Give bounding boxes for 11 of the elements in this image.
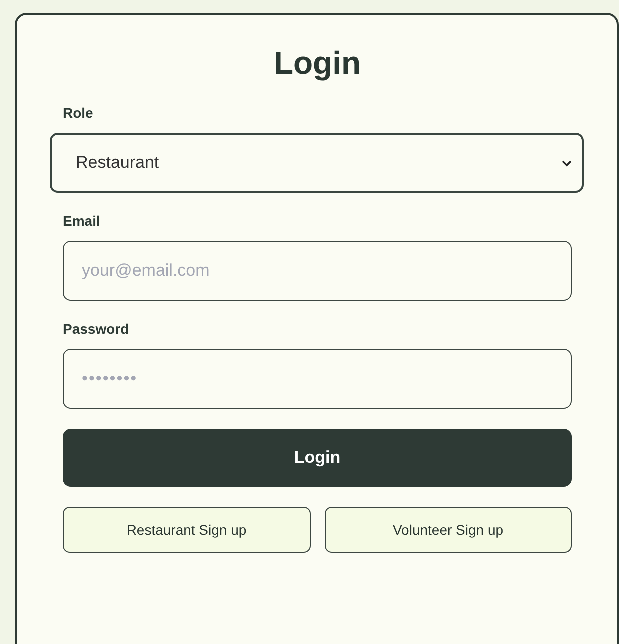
- field-label: Role: [63, 105, 94, 121]
- signup-button[interactable]: Restaurant Sign up: [63, 507, 310, 553]
- field-label: Password: [63, 321, 130, 337]
- signup-button[interactable]: Volunteer Sign up: [324, 507, 572, 553]
- email-field[interactable]: your@email.com: [63, 241, 572, 301]
- password-field[interactable]: ••••••••: [63, 349, 572, 409]
- login-button[interactable]: Login: [63, 429, 572, 487]
- role-dropdown[interactable]: Restaurant: [50, 133, 584, 193]
- field-label: Email: [63, 213, 102, 229]
- caret-icon: [562, 160, 572, 166]
- login-title: Login: [272, 44, 362, 83]
